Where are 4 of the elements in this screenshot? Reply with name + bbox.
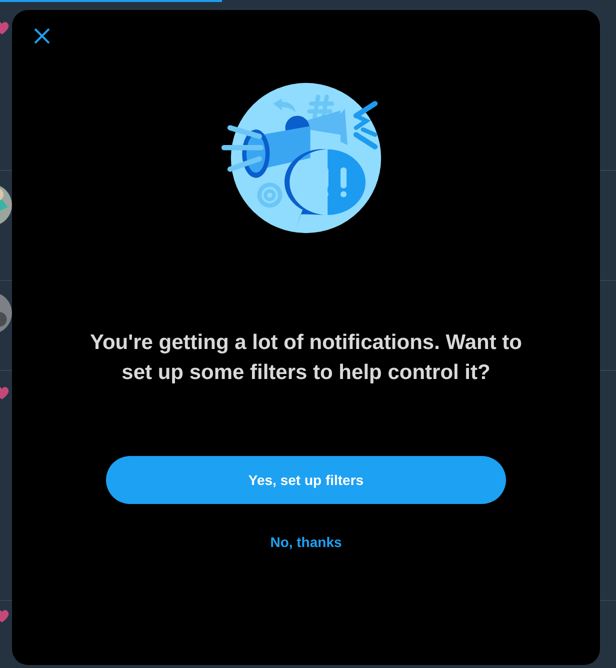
dialog-message: You're getting a lot of notifications. Want to set up some filters to help control it? — [89, 330, 523, 386]
no-thanks-link[interactable]: No, thanks — [270, 534, 342, 550]
close-icon — [34, 28, 50, 44]
close-button[interactable] — [34, 28, 50, 44]
